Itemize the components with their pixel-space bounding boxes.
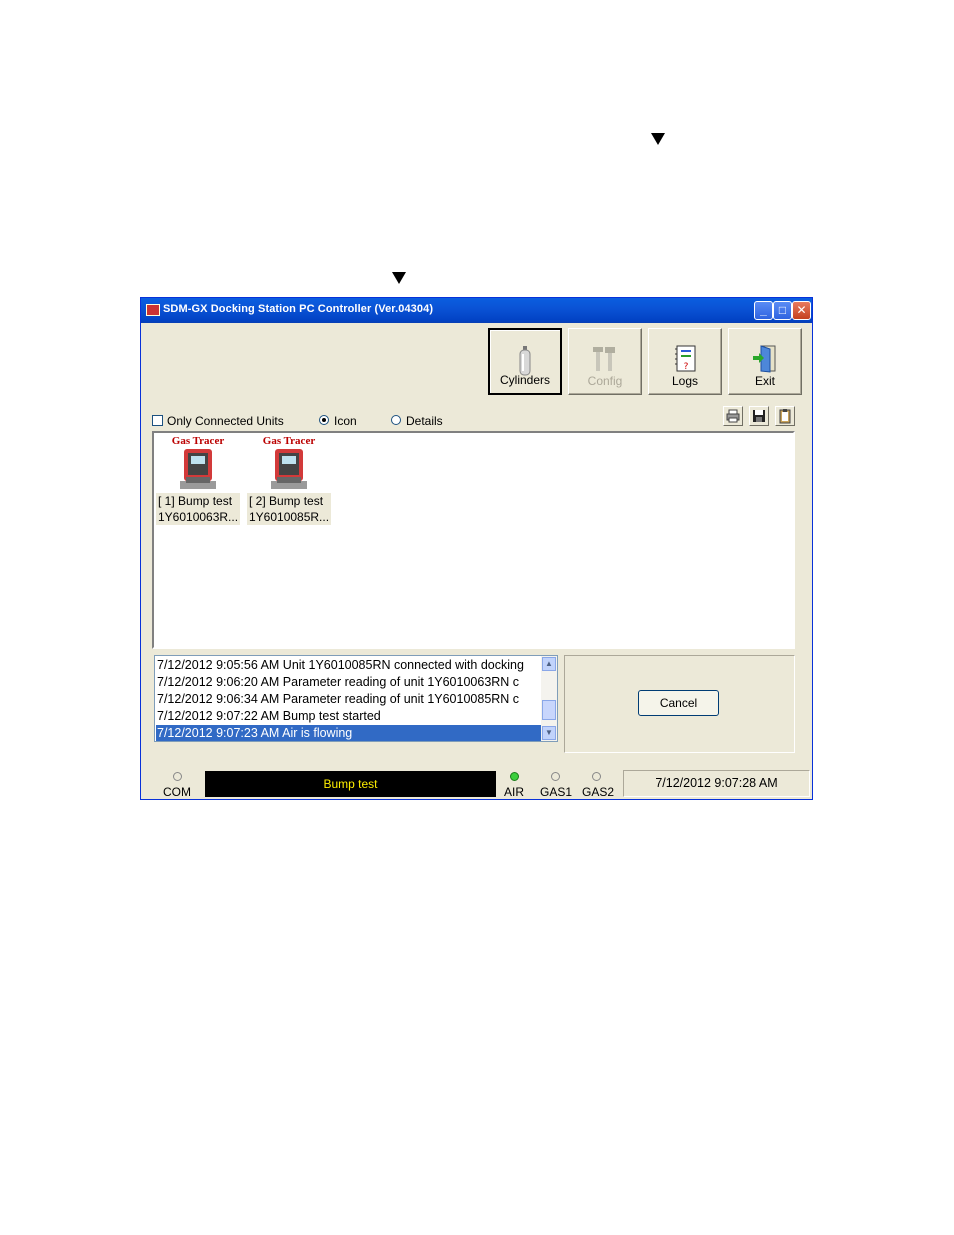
config-button[interactable]: Config: [568, 328, 642, 395]
window-title: SDM-GX Docking Station PC Controller (Ve…: [163, 303, 434, 315]
only-connected-label: Only Connected Units: [167, 414, 284, 428]
air-indicator-icon: [510, 772, 519, 781]
minimize-button[interactable]: _: [754, 301, 773, 320]
unit-serial: 1Y6010063R...: [158, 510, 239, 524]
unit-status: [ 2] Bump test: [249, 494, 324, 508]
event-log[interactable]: 7/12/2012 9:05:56 AM Unit 1Y6010085RN co…: [154, 655, 558, 742]
svg-text:?: ?: [684, 362, 689, 372]
datetime-display: 7/12/2012 9:07:28 AM: [623, 770, 810, 797]
unit-item-2[interactable]: Gas Tracer [ 2] Bump test 1Y6010085R...: [245, 435, 333, 525]
print-icon: [726, 409, 740, 423]
log-line[interactable]: 7/12/2012 9:07:22 AM Bump test started: [157, 708, 542, 725]
logbook-icon: ?: [675, 345, 696, 372]
tools-icon: [593, 347, 615, 371]
unit-list-view[interactable]: Gas Tracer [ 1] Bump test 1Y6010063R... …: [152, 431, 795, 649]
cancel-button[interactable]: Cancel: [638, 690, 719, 716]
radio-details[interactable]: [391, 415, 401, 425]
unit-caption: [ 2] Bump test 1Y6010085R...: [247, 493, 332, 525]
logs-button[interactable]: ? Logs: [648, 328, 722, 395]
maximize-button[interactable]: □: [773, 301, 792, 320]
print-button[interactable]: [723, 406, 743, 426]
cylinders-button[interactable]: Cylinders: [488, 328, 562, 395]
only-connected-checkbox[interactable]: Only Connected Units: [152, 414, 284, 428]
gas1-indicator-icon: [551, 772, 560, 781]
triangle-marker-lower: [392, 272, 406, 284]
gas-detector-icon: [271, 449, 307, 489]
save-icon: [753, 410, 765, 422]
view-details-radio[interactable]: Details: [391, 414, 443, 428]
log-line[interactable]: 7/12/2012 9:06:20 AM Parameter reading o…: [157, 674, 542, 691]
unit-serial: 1Y6010085R...: [249, 510, 330, 524]
view-icon-radio[interactable]: Icon: [319, 414, 357, 428]
unit-caption: [ 1] Bump test 1Y6010063R...: [156, 493, 241, 525]
title-bar[interactable]: SDM-GX Docking Station PC Controller (Ve…: [141, 298, 812, 323]
scroll-down-arrow-icon[interactable]: ▼: [542, 726, 556, 740]
log-line[interactable]: 7/12/2012 9:05:56 AM Unit 1Y6010085RN co…: [157, 657, 542, 674]
action-panel: Cancel: [564, 655, 795, 753]
view-details-label: Details: [406, 414, 443, 428]
air-label: AIR: [504, 785, 525, 799]
unit-brand-logo: Gas Tracer: [171, 435, 225, 447]
clipboard-button[interactable]: [775, 406, 795, 426]
log-line[interactable]: 7/12/2012 9:06:34 AM Parameter reading o…: [157, 691, 542, 708]
com-indicator-icon: [173, 772, 182, 781]
log-line-selected[interactable]: 7/12/2012 9:07:23 AM Air is flowing: [156, 725, 542, 741]
radio-icon-selected[interactable]: [319, 415, 329, 425]
unit-item-1[interactable]: Gas Tracer [ 1] Bump test 1Y6010063R...: [154, 435, 242, 525]
logs-label: Logs: [671, 374, 699, 388]
gas2-indicator-icon: [592, 772, 601, 781]
exit-button[interactable]: Exit: [728, 328, 802, 395]
status-bar: COM Bump test AIR GAS1 GAS2 7/12/2012 9:…: [141, 769, 812, 799]
unit-brand-logo: Gas Tracer: [262, 435, 316, 447]
status-message: Bump test: [205, 771, 496, 797]
scroll-up-arrow-icon[interactable]: ▲: [542, 657, 556, 671]
log-scrollbar[interactable]: ▲ ▼: [541, 656, 557, 741]
unit-status: [ 1] Bump test: [158, 494, 233, 508]
checkbox-box[interactable]: [152, 415, 163, 426]
config-label: Config: [587, 374, 623, 388]
save-button[interactable]: [749, 406, 769, 426]
scroll-thumb[interactable]: [542, 700, 556, 720]
cylinders-label: Cylinders: [499, 373, 550, 387]
triangle-marker-top: [651, 133, 665, 145]
exit-label: Exit: [754, 374, 775, 388]
exit-door-icon: [753, 345, 776, 373]
app-icon: [146, 304, 160, 316]
gas2-label: GAS2: [582, 785, 615, 799]
clipboard-icon: [779, 409, 791, 424]
close-button[interactable]: ✕: [792, 301, 811, 320]
app-window: SDM-GX Docking Station PC Controller (Ve…: [140, 297, 813, 800]
view-icon-label: Icon: [334, 414, 357, 428]
com-label: COM: [163, 785, 191, 799]
cylinder-icon: [519, 346, 531, 376]
gas-detector-icon: [180, 449, 216, 489]
gas1-label: GAS1: [540, 785, 573, 799]
